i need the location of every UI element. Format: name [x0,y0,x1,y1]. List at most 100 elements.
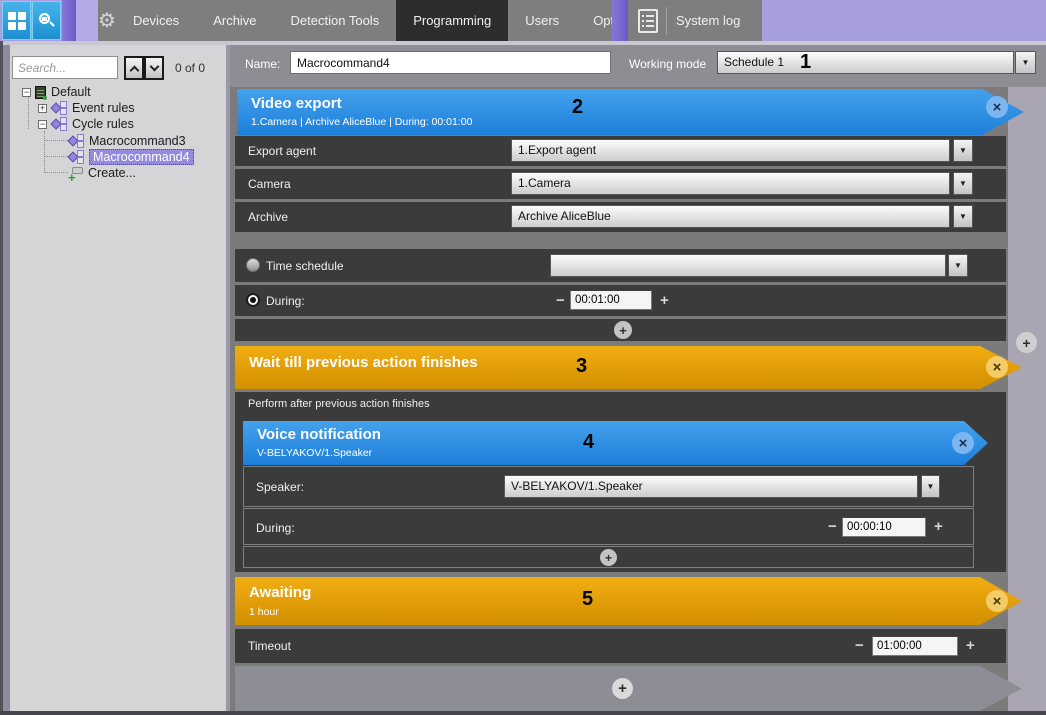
apps-grid-button[interactable] [2,1,31,40]
archive-row: Archive Archive AliceBlue ▼ [235,202,1006,232]
tree-item-macrocommand3[interactable]: Macrocommand3 [68,133,186,149]
export-agent-select[interactable]: 1.Export agent [511,139,950,162]
awaiting-subtitle: 1 hour [249,606,279,618]
timeout-value-input[interactable] [872,636,958,656]
collapse-expander-icon[interactable]: − [22,88,31,97]
wait-close-button[interactable]: × [986,356,1008,378]
sidebar: 0 of 0 − Default + Event rules − Cycle r… [10,45,226,711]
tree-item-default[interactable]: − Default [22,84,91,100]
time-schedule-dropdown-arrow[interactable]: ▼ [948,254,968,277]
tab-programming[interactable]: Programming [396,0,508,41]
speaker-dropdown-arrow[interactable]: ▼ [921,475,940,498]
video-export-close-button[interactable]: × [986,96,1008,118]
voice-during-row: During: − + [243,508,974,545]
during-increment-button[interactable]: + [660,293,669,308]
camera-dropdown-arrow[interactable]: ▼ [953,172,973,195]
tree-guide [28,97,29,129]
tree-guide [44,131,45,173]
voice-during-label: During: [256,521,295,535]
macro-icon [68,134,85,148]
tree-item-label: Event rules [72,101,135,115]
system-log-section[interactable]: System log [628,0,762,41]
macro-name-input[interactable] [290,51,611,74]
macro-add-band: + [235,666,1022,711]
add-section-button[interactable]: + [612,678,633,699]
export-agent-dropdown-arrow[interactable]: ▼ [953,139,973,162]
tree-item-cycle-rules[interactable]: − Cycle rules [38,116,134,132]
tab-detection-tools[interactable]: Detection Tools [274,0,397,41]
working-mode-label: Working mode [629,57,706,71]
voice-notification-subtitle: V-BELYAKOV/1.Speaker [257,447,372,459]
time-schedule-select[interactable] [550,254,946,277]
working-mode-select[interactable]: Schedule 1 [717,51,1014,74]
during-value-input[interactable] [570,290,652,310]
time-schedule-label: Time schedule [266,259,344,273]
tab-users[interactable]: Users [508,0,576,41]
add-nested-action-button[interactable]: + [600,549,617,566]
speaker-row: Speaker: V-BELYAKOV/1.Speaker ▼ [243,466,974,507]
tree-item-label: Create... [88,166,136,180]
voice-notification-title: Voice notification [257,426,381,443]
accent-stripe [612,0,628,41]
speaker-select[interactable]: V-BELYAKOV/1.Speaker [504,475,918,498]
tree-item-label-selected: Macrocommand4 [89,149,194,165]
export-agent-row: Export agent 1.Export agent ▼ [235,136,1006,166]
annotation-5: 5 [582,588,593,611]
tab-devices[interactable]: Devices [116,0,196,41]
awaiting-title: Awaiting [249,584,311,601]
rule-icon [51,101,68,115]
time-schedule-radio[interactable] [246,258,260,272]
collapse-expander-icon[interactable]: − [38,120,47,129]
window-bottom-border [0,711,1046,715]
export-agent-label: Export agent [248,144,316,158]
voice-notification-close-button[interactable]: × [952,432,974,454]
tree-item-create[interactable]: + Create... [68,165,136,181]
tab-archive[interactable]: Archive [196,0,273,41]
main-tab-bar: ⚙ Devices Archive Detection Tools Progra… [98,0,612,41]
timeout-label: Timeout [248,639,291,653]
tree-item-label: Default [51,85,91,99]
working-mode-dropdown-arrow[interactable]: ▼ [1015,51,1036,74]
during-decrement-button[interactable]: − [556,293,565,308]
camera-select[interactable]: 1.Camera [511,172,950,195]
archive-select[interactable]: Archive AliceBlue [511,205,950,228]
name-label: Name: [245,57,280,71]
voice-during-increment-button[interactable]: + [934,519,943,534]
during-row: During: − + [235,285,1006,316]
app-window: ⚙ Devices Archive Detection Tools Progra… [0,0,1046,715]
tree-item-macrocommand4[interactable]: Macrocommand4 [68,149,194,165]
voice-during-decrement-button[interactable]: − [828,519,837,534]
search-result-count: 0 of 0 [175,61,205,75]
search-input[interactable] [12,56,118,79]
topbar: ⚙ Devices Archive Detection Tools Progra… [0,0,1046,41]
during-radio[interactable] [246,293,260,307]
timeout-increment-button[interactable]: + [966,638,975,653]
system-log-icon [638,9,658,33]
timeout-decrement-button[interactable]: − [855,638,864,653]
search-next-button[interactable] [144,56,164,80]
time-schedule-row: Time schedule ▼ [235,249,1006,282]
archive-dropdown-arrow[interactable]: ▼ [953,205,973,228]
camera-row: Camera 1.Camera ▼ [235,169,1006,199]
add-branch-button[interactable]: + [1016,332,1037,353]
add-action-button[interactable]: + [614,321,632,339]
apps-grid-icon [8,12,26,30]
tree-guide [44,140,68,141]
chevron-up-icon [129,65,139,75]
tree-item-event-rules[interactable]: + Event rules [38,100,135,116]
tab-separator [666,7,667,35]
expand-expander-icon[interactable]: + [38,104,47,113]
search-monitor-button[interactable] [32,1,61,40]
search-prev-button[interactable] [124,56,144,80]
annotation-4: 4 [583,431,594,454]
annotation-1: 1 [800,51,811,74]
voice-add-row: + [243,546,974,568]
tree-item-label: Macrocommand3 [89,134,186,148]
accent-stripe-light [76,0,98,41]
voice-during-value-input[interactable] [842,517,926,537]
gear-icon[interactable]: ⚙ [98,8,116,33]
system-log-label: System log [676,13,740,28]
awaiting-close-button[interactable]: × [986,590,1008,612]
wait-body: Perform after previous action finishes V… [235,392,1006,572]
annotation-3: 3 [576,355,587,378]
